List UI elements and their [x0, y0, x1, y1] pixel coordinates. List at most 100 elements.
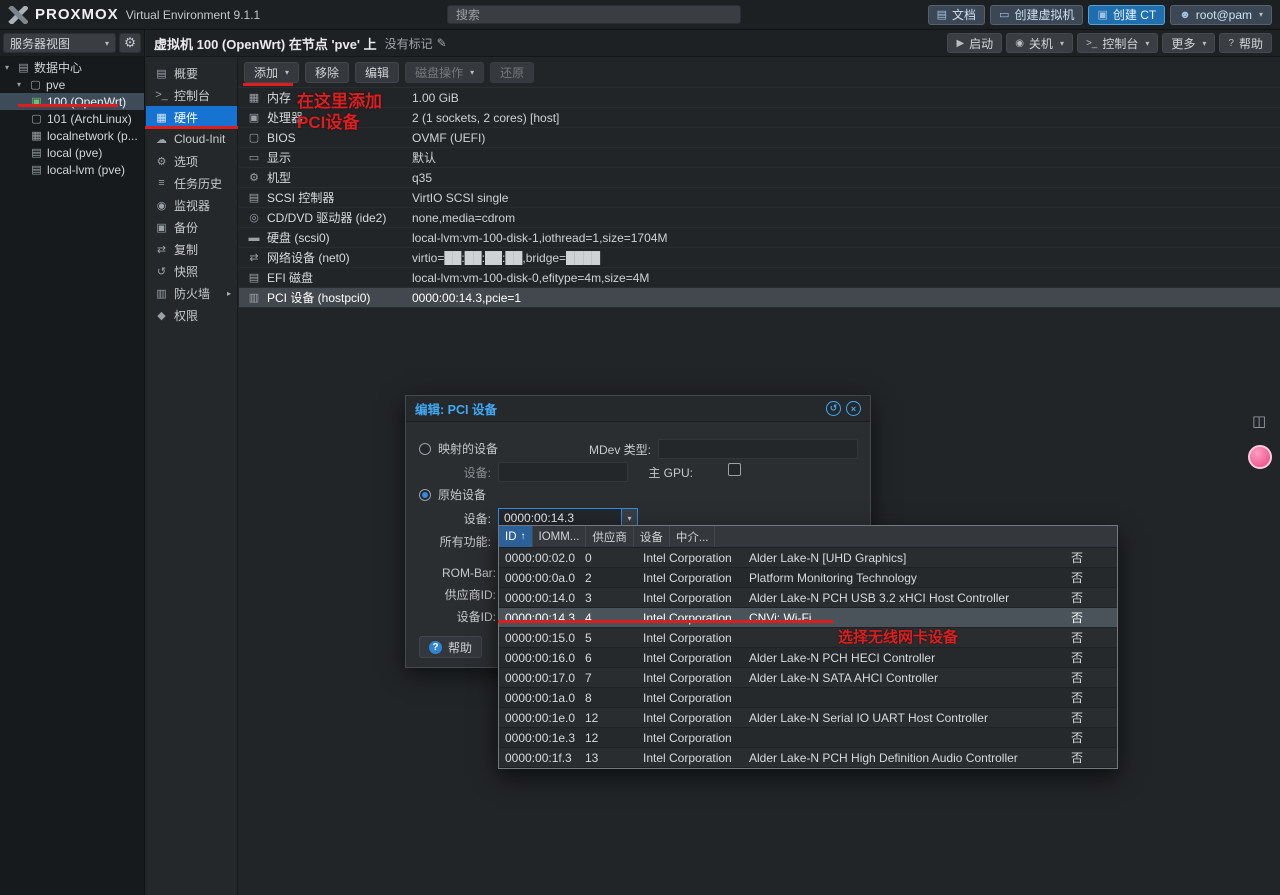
device-id-label: 设备ID:: [456, 610, 496, 624]
hardware-row[interactable]: ▬ 硬盘 (scsi0) local-lvm:vm-100-disk-1,iot…: [239, 228, 1280, 248]
user-menu-button[interactable]: ☻ root@pam ▾: [1170, 4, 1273, 25]
column-header[interactable]: 中介...: [670, 526, 716, 547]
machine-icon: ⚙: [249, 172, 259, 184]
column-header[interactable]: 供应商: [586, 526, 634, 547]
tab-options[interactable]: ⚙ 选项: [146, 150, 237, 172]
hardware-icon: ▦: [156, 111, 167, 124]
device-picker-dropdown: ID ↑ IOMM... 供应商 设备 中介... 0000:00:02.0 0…: [498, 525, 1118, 769]
console-button[interactable]: >_ 控制台 ▾: [1076, 33, 1159, 53]
caret-down-icon: ▾: [627, 513, 632, 523]
start-button[interactable]: ▶ 启动: [947, 33, 1003, 53]
tab-console[interactable]: >_ 控制台: [146, 84, 237, 106]
tab-replication[interactable]: ⇄ 复制: [146, 238, 237, 260]
vm-stopped-icon: ▢: [31, 113, 42, 125]
hardware-toolbar: 添加 ▾ 移除 编辑 磁盘操作 ▾ 还原: [239, 57, 1280, 87]
tab-hardware[interactable]: ▦ 硬件: [146, 106, 237, 128]
tab-summary[interactable]: ▤ 概要: [146, 62, 237, 84]
cdrom-icon: ◎: [249, 212, 259, 224]
vm-action-buttons: ▶ 启动 ◉ 关机 ▾ >_ 控制台 ▾ 更多 ▾ ? 帮助: [947, 33, 1272, 53]
column-header[interactable]: ID ↑: [499, 526, 533, 547]
dialog-help-button[interactable]: ? 帮助: [419, 636, 483, 658]
hardware-row[interactable]: ▭ 显示 默认: [239, 148, 1280, 168]
add-button[interactable]: 添加 ▾: [244, 61, 300, 83]
display-icon: ▭: [999, 9, 1010, 21]
console-icon: >_: [155, 89, 168, 101]
device-row[interactable]: 0000:00:1a.0 8 Intel Corporation 否: [499, 688, 1117, 708]
tab-cloudinit[interactable]: ☁ Cloud-Init: [146, 128, 237, 150]
device-row[interactable]: 0000:00:14.3 4 Intel Corporation CNVi: W…: [499, 608, 1117, 628]
hardware-row[interactable]: ▣ 处理器 2 (1 sockets, 2 cores) [host]: [239, 108, 1280, 128]
tab-permissions[interactable]: ◆ 权限: [146, 304, 237, 326]
mapped-device-radio[interactable]: 映射的设备: [419, 440, 498, 457]
more-button[interactable]: 更多 ▾: [1162, 33, 1216, 53]
create-ct-button[interactable]: ▣ 创建 CT: [1088, 4, 1166, 25]
device-row[interactable]: 0000:00:02.0 0 Intel Corporation Alder L…: [499, 548, 1117, 568]
hardware-row[interactable]: ◎ CD/DVD 驱动器 (ide2) none,media=cdrom: [239, 208, 1280, 228]
gear-icon: ⚙: [124, 35, 136, 50]
efi-icon: ▤: [248, 272, 260, 284]
device-row[interactable]: 0000:00:16.0 6 Intel Corporation Alder L…: [499, 648, 1117, 668]
device-row[interactable]: 0000:00:1f.3 13 Intel Corporation Alder …: [499, 748, 1117, 768]
tab-snapshots[interactable]: ↺ 快照: [146, 260, 237, 282]
caret-down-icon: ▾: [104, 38, 109, 48]
topbar-buttons: ▤ 文档 ▭ 创建虚拟机 ▣ 创建 CT ☻ root@pam ▾: [927, 4, 1273, 25]
hardware-row[interactable]: ▤ SCSI 控制器 VirtIO SCSI single: [239, 188, 1280, 208]
remove-button[interactable]: 移除: [305, 61, 350, 83]
documentation-button[interactable]: ▤ 文档: [927, 4, 986, 25]
hardware-row[interactable]: ⚙ 机型 q35: [239, 168, 1280, 188]
tab-firewall[interactable]: ▥ 防火墙 ▸: [146, 282, 237, 304]
annotation-add-hint-line2: PCI设备: [297, 113, 360, 132]
disk-action-button[interactable]: 磁盘操作 ▾: [405, 61, 485, 83]
permissions-icon: ◆: [157, 309, 166, 322]
tree-settings-button[interactable]: ⚙: [119, 33, 141, 53]
hardware-row[interactable]: ▦ 内存 1.00 GiB: [239, 88, 1280, 108]
tree-item-localnetwork[interactable]: ▦ localnetwork (p...: [0, 127, 144, 144]
columns-icon[interactable]: ◫: [1252, 412, 1266, 430]
device-row[interactable]: 0000:00:17.0 7 Intel Corporation Alder L…: [499, 668, 1117, 688]
extension-icon[interactable]: [1248, 445, 1272, 469]
shutdown-button[interactable]: ◉ 关机 ▾: [1006, 33, 1073, 53]
create-vm-button[interactable]: ▭ 创建虚拟机: [990, 4, 1084, 25]
radio-unchecked: [419, 442, 431, 455]
top-bar: PROXMOX Virtual Environment 9.1.1 ▤ 文档 ▭…: [0, 0, 1280, 30]
help-button[interactable]: ? 帮助: [1219, 33, 1272, 53]
tree-item-pve[interactable]: ▾ ▢ pve: [0, 76, 144, 93]
hardware-row[interactable]: ▢ BIOS OVMF (UEFI): [239, 128, 1280, 148]
column-header[interactable]: 设备: [634, 526, 670, 547]
view-selector-row: 服务器视图 ▾ ⚙: [0, 30, 144, 57]
device-row[interactable]: 0000:00:1e.0 12 Intel Corporation Alder …: [499, 708, 1117, 728]
primary-gpu-checkbox[interactable]: [728, 463, 741, 476]
edit-button[interactable]: 编辑: [355, 61, 400, 83]
device-row[interactable]: 0000:00:1e.3 12 Intel Corporation 否: [499, 728, 1117, 748]
search-input[interactable]: [446, 5, 741, 24]
undo-icon[interactable]: ↺: [826, 401, 841, 416]
hardware-row[interactable]: ▤ EFI 磁盘 local-lvm:vm-100-disk-0,efitype…: [239, 268, 1280, 288]
tab-backup[interactable]: ▣ 备份: [146, 216, 237, 238]
annotation-underline-add: [243, 83, 293, 86]
device-row[interactable]: 0000:00:0a.0 2 Intel Corporation Platfor…: [499, 568, 1117, 588]
tags-area[interactable]: 没有标记 ✎: [385, 35, 447, 52]
hardware-row[interactable]: ▥ PCI 设备 (hostpci0) 0000:00:14.3,pcie=1: [239, 288, 1280, 308]
raw-device-radio[interactable]: 原始设备: [419, 486, 486, 503]
dialog-title-bar[interactable]: 编辑: PCI 设备 ↺ ×: [406, 396, 870, 422]
close-icon[interactable]: ×: [846, 401, 861, 416]
summary-icon: ▤: [156, 67, 167, 80]
cloud-icon: ☁: [156, 133, 167, 146]
node-icon: ▢: [30, 79, 41, 91]
tree-item-storage-local-lvm[interactable]: ▤ local-lvm (pve): [0, 161, 144, 178]
tree-item-vm-100[interactable]: ▣ 100 (OpenWrt): [0, 93, 144, 110]
tree-item-datacenter[interactable]: ▾ ▤ 数据中心: [0, 59, 144, 76]
view-selector[interactable]: 服务器视图 ▾: [3, 33, 116, 53]
tab-task-history[interactable]: ≡ 任务历史: [146, 172, 237, 194]
revert-button[interactable]: 还原: [490, 61, 535, 83]
device-row[interactable]: 0000:00:14.0 3 Intel Corporation Alder L…: [499, 588, 1117, 608]
breadcrumb-bar: 虚拟机 100 (OpenWrt) 在节点 'pve' 上 没有标记 ✎ ▶ 启…: [146, 30, 1280, 57]
device-row[interactable]: 0000:00:15.0 5 Intel Corporation 否: [499, 628, 1117, 648]
scsi-icon: ▤: [248, 192, 260, 204]
tab-monitor[interactable]: ◉ 监视器: [146, 194, 237, 216]
column-header[interactable]: IOMM...: [533, 526, 587, 547]
replication-icon: ⇄: [156, 243, 167, 256]
tree-item-storage-local[interactable]: ▤ local (pve): [0, 144, 144, 161]
tree-item-vm-101[interactable]: ▢ 101 (ArchLinux): [0, 110, 144, 127]
hardware-row[interactable]: ⇄ 网络设备 (net0) virtio=██:██:██:██,bridge=…: [239, 248, 1280, 268]
